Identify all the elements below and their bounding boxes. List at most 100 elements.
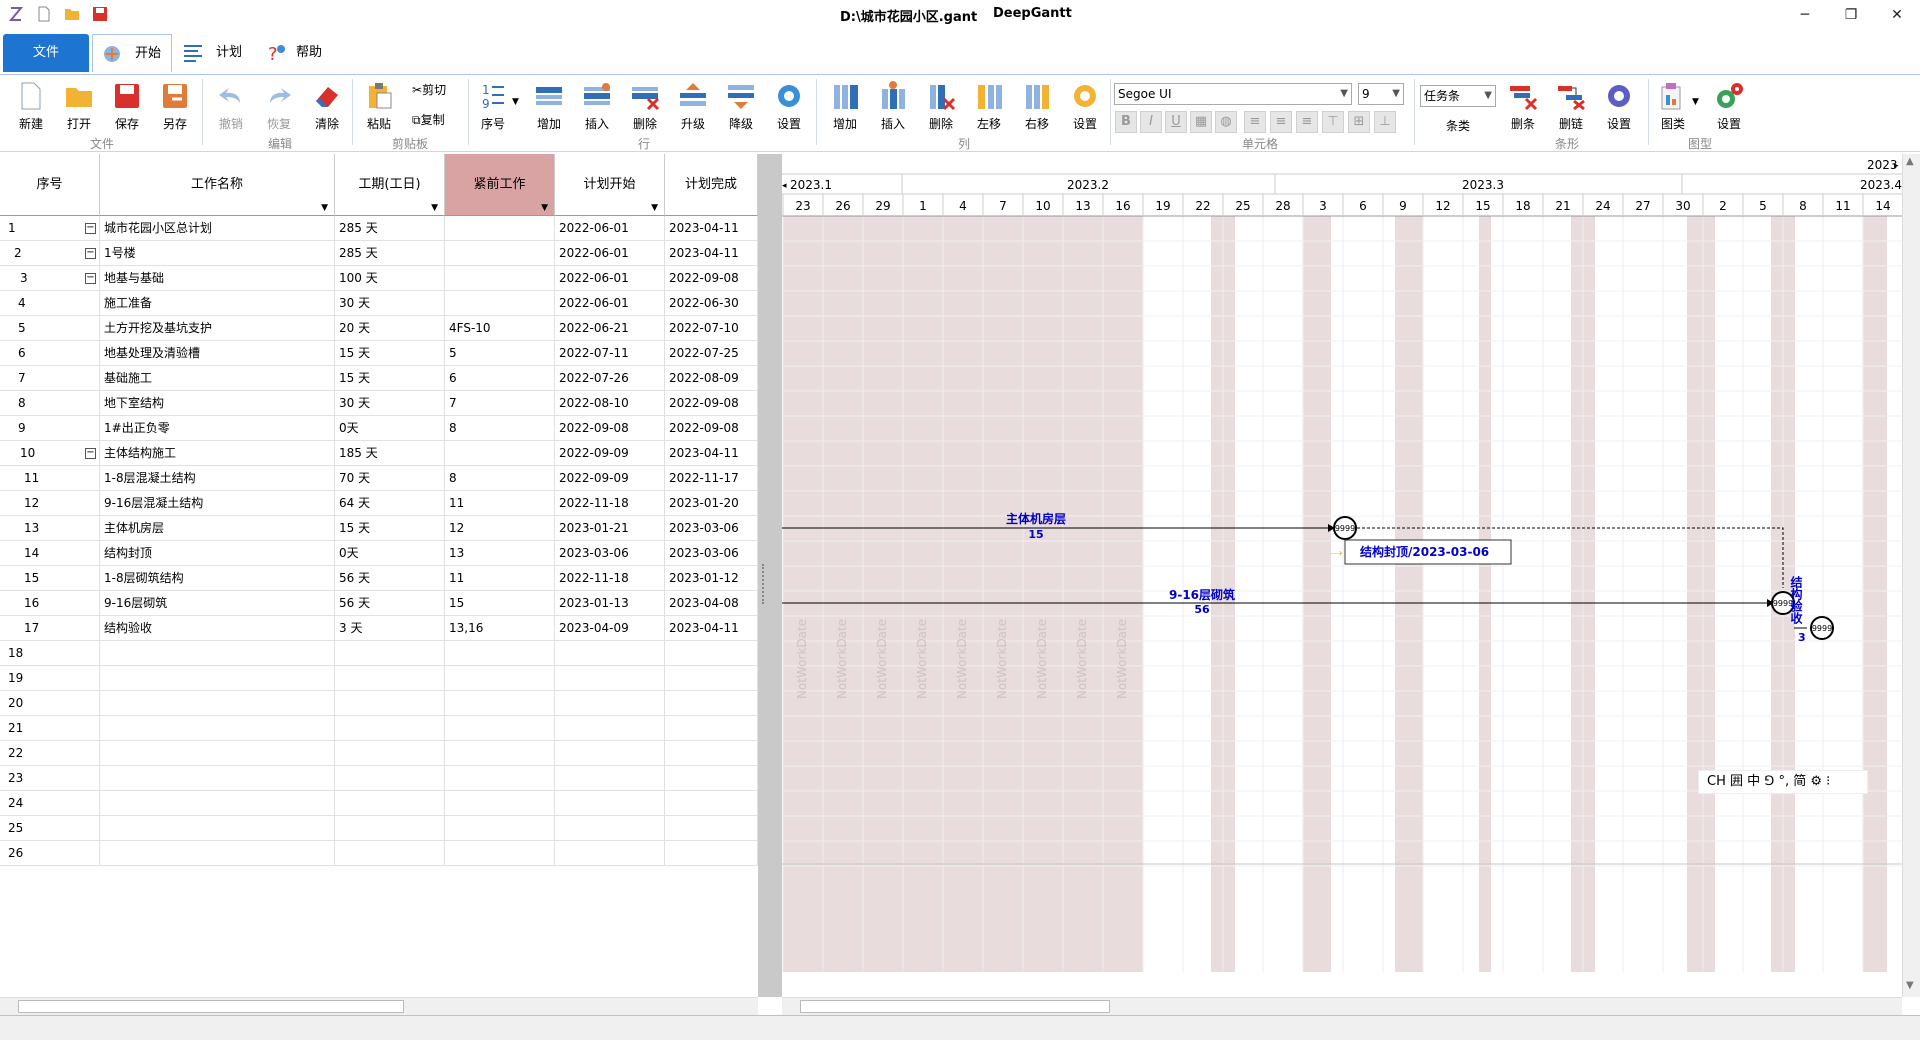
cell-name[interactable] bbox=[100, 841, 335, 866]
cell-pred[interactable] bbox=[445, 216, 555, 241]
cell-name[interactable]: 9-16层混凝土结构 bbox=[100, 491, 335, 516]
cell-pred[interactable] bbox=[445, 241, 555, 266]
cell-duration[interactable] bbox=[335, 641, 445, 666]
cell-seq[interactable]: 20 bbox=[0, 691, 100, 716]
table-row[interactable]: 24 bbox=[0, 791, 758, 816]
chart-type-dropdown-icon[interactable]: ▼ bbox=[1692, 97, 1699, 107]
restore-icon[interactable]: ❐ bbox=[1828, 0, 1874, 30]
cell-pred[interactable]: 8 bbox=[445, 466, 555, 491]
cell-duration[interactable] bbox=[335, 791, 445, 816]
cell-start[interactable]: 2023-01-21 bbox=[555, 516, 665, 541]
chart-type-button[interactable]: 图类 bbox=[1652, 79, 1694, 135]
delete-link-button[interactable]: 删链 bbox=[1550, 79, 1592, 135]
cell-pred[interactable] bbox=[445, 716, 555, 741]
align-top-icon[interactable]: ⊤ bbox=[1322, 111, 1344, 133]
pane-splitter[interactable] bbox=[758, 154, 782, 997]
cell-name[interactable] bbox=[100, 641, 335, 666]
cell-start[interactable]: 2022-06-01 bbox=[555, 216, 665, 241]
cell-finish[interactable]: 2022-06-30 bbox=[665, 291, 758, 316]
table-row[interactable]: 26 bbox=[0, 841, 758, 866]
cell-seq[interactable]: 24 bbox=[0, 791, 100, 816]
grid-horizontal-scrollbar[interactable] bbox=[0, 997, 758, 1015]
cell-duration[interactable] bbox=[335, 741, 445, 766]
cell-duration[interactable]: 15 天 bbox=[335, 341, 445, 366]
table-row[interactable]: 2−1号楼 285 天 2022-06-01 2023-04-11 bbox=[0, 241, 758, 266]
expand-toggle-icon[interactable]: − bbox=[85, 448, 96, 459]
task-name-label[interactable]: 主体机房层 bbox=[1006, 511, 1066, 526]
cell-name[interactable]: 主体结构施工 bbox=[100, 441, 335, 466]
table-row[interactable]: 22 bbox=[0, 741, 758, 766]
cell-pred[interactable]: 11 bbox=[445, 566, 555, 591]
save-as-button[interactable]: 另存 bbox=[154, 79, 196, 135]
cell-finish[interactable]: 2022-09-08 bbox=[665, 391, 758, 416]
cell-pred[interactable]: 13 bbox=[445, 541, 555, 566]
cell-seq[interactable]: 3− bbox=[0, 266, 100, 291]
save-button[interactable]: 保存 bbox=[106, 79, 148, 135]
new-file-icon[interactable] bbox=[36, 6, 52, 22]
expand-toggle-icon[interactable]: − bbox=[85, 223, 96, 234]
save-icon[interactable] bbox=[92, 6, 108, 22]
cell-finish[interactable]: 2022-09-08 bbox=[665, 416, 758, 441]
cell-name[interactable]: 地基处理及清验槽 bbox=[100, 341, 335, 366]
align-right-icon[interactable]: ≡ bbox=[1296, 111, 1318, 133]
cell-finish[interactable]: 2023-04-11 bbox=[665, 616, 758, 641]
scroll-down-icon[interactable]: ▼ bbox=[1906, 980, 1914, 991]
cell-seq[interactable]: 9 bbox=[0, 416, 100, 441]
cell-seq[interactable]: 12 bbox=[0, 491, 100, 516]
cell-seq[interactable]: 1− bbox=[0, 216, 100, 241]
cell-seq[interactable]: 13 bbox=[0, 516, 100, 541]
cell-pred[interactable]: 12 bbox=[445, 516, 555, 541]
cell-duration[interactable] bbox=[335, 766, 445, 791]
cell-name[interactable]: 基础施工 bbox=[100, 366, 335, 391]
cell-start[interactable] bbox=[555, 841, 665, 866]
cell-duration[interactable] bbox=[335, 716, 445, 741]
filter-icon[interactable]: ▼ bbox=[541, 203, 548, 213]
cell-finish[interactable] bbox=[665, 691, 758, 716]
cell-finish[interactable] bbox=[665, 666, 758, 691]
cell-pred[interactable] bbox=[445, 791, 555, 816]
cell-start[interactable]: 2022-07-11 bbox=[555, 341, 665, 366]
cell-pred[interactable] bbox=[445, 666, 555, 691]
close-icon[interactable]: ✕ bbox=[1874, 0, 1920, 30]
header-start[interactable]: 计划开始 ▼ bbox=[555, 154, 665, 216]
cell-start[interactable]: 2022-06-01 bbox=[555, 291, 665, 316]
cell-seq[interactable]: 16 bbox=[0, 591, 100, 616]
cell-seq[interactable]: 22 bbox=[0, 741, 100, 766]
open-folder-icon[interactable] bbox=[64, 6, 80, 22]
cell-pred[interactable]: 8 bbox=[445, 416, 555, 441]
task-name-label[interactable]: 9-16层砌筑 bbox=[1169, 587, 1235, 602]
expand-toggle-icon[interactable]: − bbox=[85, 273, 96, 284]
cell-name[interactable]: 施工准备 bbox=[100, 291, 335, 316]
cell-start[interactable]: 2022-09-09 bbox=[555, 441, 665, 466]
cell-name[interactable] bbox=[100, 741, 335, 766]
header-finish[interactable]: 计划完成 bbox=[665, 154, 758, 216]
cell-seq[interactable]: 19 bbox=[0, 666, 100, 691]
vertical-scrollbar[interactable]: ▲ ▼ bbox=[1902, 154, 1920, 997]
clear-button[interactable]: 清除 bbox=[306, 79, 348, 135]
table-row[interactable]: 17 结构验收 3 天 13,16 2023-04-09 2023-04-11 bbox=[0, 616, 758, 641]
cell-start[interactable]: 2023-01-13 bbox=[555, 591, 665, 616]
cell-name[interactable]: 1-8层砌筑结构 bbox=[100, 566, 335, 591]
table-row[interactable]: 12 9-16层混凝土结构 64 天 11 2022-11-18 2023-01-20 bbox=[0, 491, 758, 516]
cell-seq[interactable]: 21 bbox=[0, 716, 100, 741]
cell-pred[interactable] bbox=[445, 266, 555, 291]
row-add-button[interactable]: 增加 bbox=[528, 79, 570, 135]
header-name[interactable]: 工作名称 ▼ bbox=[100, 154, 335, 216]
cell-finish[interactable]: 2023-04-11 bbox=[665, 241, 758, 266]
cell-start[interactable]: 2022-11-18 bbox=[555, 491, 665, 516]
bold-button[interactable]: B bbox=[1115, 111, 1137, 133]
cell-pred[interactable]: 7 bbox=[445, 391, 555, 416]
font-color-icon[interactable]: ▦ bbox=[1190, 111, 1212, 133]
cell-duration[interactable]: 30 天 bbox=[335, 391, 445, 416]
cell-seq[interactable]: 23 bbox=[0, 766, 100, 791]
col-delete-button[interactable]: 删除 bbox=[920, 79, 962, 135]
undo-button[interactable]: 撤销 bbox=[210, 79, 252, 135]
cell-finish[interactable]: 2022-07-10 bbox=[665, 316, 758, 341]
cell-duration[interactable]: 285 天 bbox=[335, 216, 445, 241]
table-row[interactable]: 3− 地基与基础 100 天 2022-06-01 2022-09-08 bbox=[0, 266, 758, 291]
table-row[interactable]: 23 bbox=[0, 766, 758, 791]
cell-name[interactable]: 城市花园小区总计划 bbox=[100, 216, 335, 241]
cell-pred[interactable]: 6 bbox=[445, 366, 555, 391]
cell-seq[interactable]: 11 bbox=[0, 466, 100, 491]
fill-color-icon[interactable]: ◍ bbox=[1215, 111, 1237, 133]
